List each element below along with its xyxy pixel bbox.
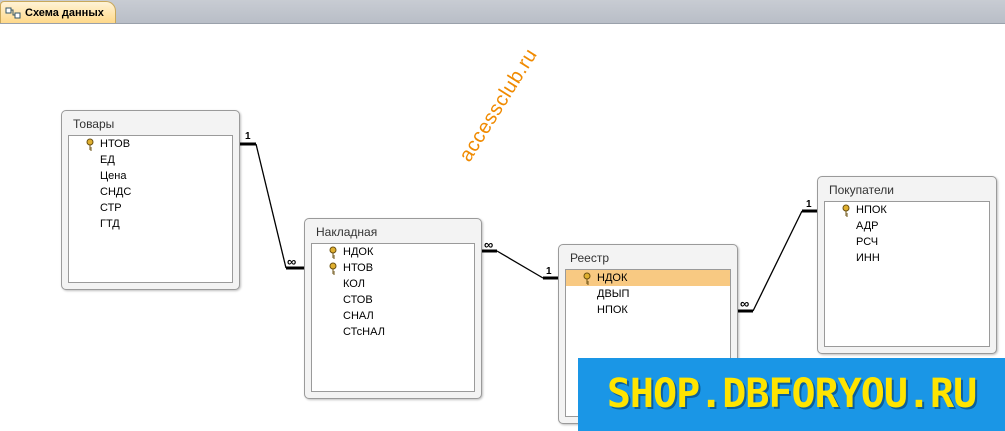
field-item[interactable]: ДВЫП bbox=[566, 286, 730, 302]
field-list[interactable]: НДОК НТОВ КОЛ СТОВ СНАЛ СТсНАЛ bbox=[311, 243, 475, 392]
field-item-selected[interactable]: НДОК bbox=[566, 270, 730, 286]
relationships-icon bbox=[5, 7, 21, 18]
one-marker: 1 bbox=[245, 131, 251, 142]
field-item[interactable]: ЕД bbox=[69, 152, 232, 168]
key-icon bbox=[86, 138, 94, 151]
field-item[interactable]: СТОВ bbox=[312, 292, 474, 308]
table-title: Покупатели bbox=[829, 183, 894, 197]
key-icon bbox=[583, 272, 591, 285]
field-item[interactable]: КОЛ bbox=[312, 276, 474, 292]
field-item[interactable]: НПОК bbox=[825, 202, 989, 218]
many-marker: ∞ bbox=[484, 237, 493, 252]
field-item[interactable]: Цена bbox=[69, 168, 232, 184]
tab-label: Схема данных bbox=[25, 6, 104, 19]
promo-banner: SHOP.DBFORYOU.RU bbox=[578, 358, 1005, 431]
field-item[interactable]: СНДС bbox=[69, 184, 232, 200]
document-tab-bar: Схема данных bbox=[0, 0, 1005, 24]
field-item[interactable]: НДОК bbox=[312, 244, 474, 260]
one-marker: 1 bbox=[806, 199, 812, 210]
relationships-canvas[interactable]: 1 ∞ ∞ 1 ∞ 1 Товары НТОВ ЕД Цена СНДС СТР… bbox=[0, 24, 1005, 431]
table-title: Товары bbox=[73, 117, 115, 131]
field-list[interactable]: НТОВ ЕД Цена СНДС СТР ГТД bbox=[68, 135, 233, 283]
field-item[interactable]: СНАЛ bbox=[312, 308, 474, 324]
table-title: Реестр bbox=[570, 251, 609, 265]
field-item[interactable]: НТОВ bbox=[312, 260, 474, 276]
table-pokupateli[interactable]: Покупатели НПОК АДР РСЧ ИНН bbox=[817, 176, 997, 354]
field-list[interactable]: НПОК АДР РСЧ ИНН bbox=[824, 201, 990, 347]
one-marker: 1 bbox=[546, 266, 552, 277]
field-item[interactable]: ГТД bbox=[69, 216, 232, 232]
many-marker: ∞ bbox=[740, 296, 749, 311]
field-item[interactable]: РСЧ bbox=[825, 234, 989, 250]
field-item[interactable]: НПОК bbox=[566, 302, 730, 318]
key-icon bbox=[329, 262, 337, 275]
key-icon bbox=[329, 246, 337, 259]
many-marker: ∞ bbox=[287, 254, 296, 269]
field-item[interactable]: НТОВ bbox=[69, 136, 232, 152]
table-nakladnaya[interactable]: Накладная НДОК НТОВ КОЛ СТОВ СНАЛ СТсНАЛ bbox=[304, 218, 482, 399]
table-title: Накладная bbox=[316, 225, 378, 239]
key-icon bbox=[842, 204, 850, 217]
field-item[interactable]: АДР bbox=[825, 218, 989, 234]
field-item[interactable]: СТР bbox=[69, 200, 232, 216]
field-item[interactable]: СТсНАЛ bbox=[312, 324, 474, 340]
tab-data-schema[interactable]: Схема данных bbox=[0, 1, 116, 23]
field-item[interactable]: ИНН bbox=[825, 250, 989, 266]
table-tovary[interactable]: Товары НТОВ ЕД Цена СНДС СТР ГТД bbox=[61, 110, 240, 290]
